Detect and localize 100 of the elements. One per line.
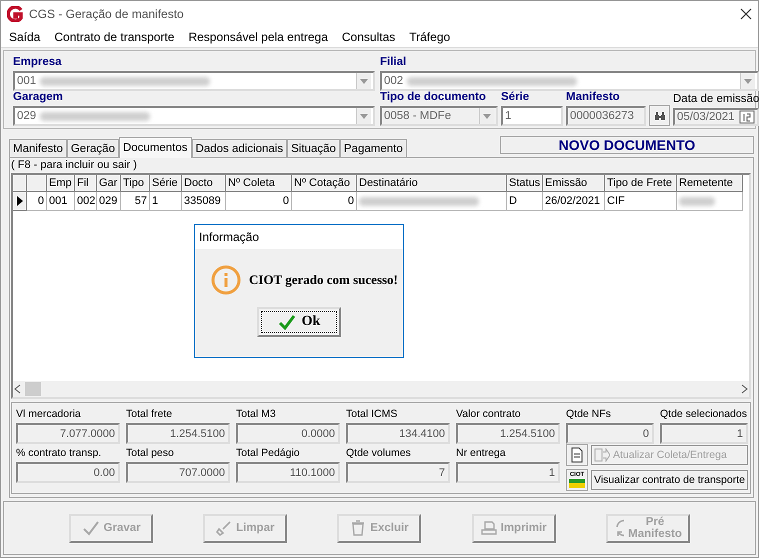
field-label: Tipo de documento — [380, 91, 487, 105]
table-cell: 029 — [97, 192, 121, 211]
refresh-icon — [614, 518, 624, 538]
scrollbar-thumb[interactable] — [25, 382, 41, 396]
total-field: 134.4100 — [346, 423, 450, 444]
total-field: 1 — [660, 423, 748, 444]
check-icon — [278, 314, 296, 330]
total-label: Total ICMS — [346, 407, 398, 422]
menu-item[interactable]: Responsável pela entrega — [188, 30, 328, 44]
total-label: Vl mercadoria — [16, 407, 81, 422]
dialog-message: CIOT gerado com sucesso! — [249, 272, 398, 288]
trash-icon — [350, 519, 366, 537]
close-icon[interactable] — [740, 8, 752, 20]
dropdown-caret-icon — [744, 78, 752, 84]
broom-icon — [216, 520, 232, 536]
document-type-field[interactable]: 0058 - MDFe — [380, 106, 498, 126]
column-header: Destinatário — [357, 175, 507, 192]
dialog-title: Informação — [195, 225, 403, 249]
check-icon — [82, 520, 100, 536]
document-button[interactable] — [566, 444, 588, 466]
total-label: % contrato transp. — [16, 446, 102, 461]
table-cell: 335089 — [182, 192, 226, 211]
column-header: Remetente — [677, 175, 743, 192]
flag-icon — [569, 479, 585, 488]
menu-item[interactable]: Saída — [9, 30, 40, 44]
column-header: Tipo de Frete — [605, 175, 677, 192]
column-header: Emissão — [543, 175, 605, 192]
total-field: 1.254.5100 — [456, 423, 560, 444]
dropdown-caret-icon — [360, 114, 368, 118]
field-label: Data de emissão — [673, 93, 759, 107]
date-field[interactable]: 05/03/2021 — [673, 108, 759, 126]
dropdown-button[interactable] — [740, 73, 756, 89]
ok-button[interactable]: Ok — [257, 307, 341, 337]
menu-item[interactable]: Contrato de transporte — [54, 30, 174, 44]
tab[interactable]: Manifesto — [9, 139, 67, 157]
column-header: Série — [150, 175, 182, 192]
scroll-left-icon[interactable] — [13, 384, 23, 394]
window-title: CGS - Geração de manifesto — [29, 7, 185, 21]
total-label: Total Pedágio — [236, 446, 300, 461]
series-field[interactable]: 1 — [501, 106, 563, 126]
column-header: Status — [507, 175, 543, 192]
column-header: Fil — [75, 175, 97, 192]
total-field: 0.00 — [16, 462, 120, 483]
calendar-icon[interactable] — [739, 110, 756, 124]
table-cell: 0 — [292, 192, 357, 211]
table-cell: 57 — [121, 192, 150, 211]
info-icon — [211, 265, 241, 295]
hint-text: ( F8 - para incluir ou sair ) — [11, 159, 138, 173]
field-label: Série — [501, 91, 530, 105]
column-header: Emp — [47, 175, 75, 192]
total-field: 7 — [346, 462, 450, 483]
binoculars-icon — [654, 110, 666, 120]
total-field: 0.0000 — [236, 423, 340, 444]
tab[interactable]: Dados adicionais — [192, 139, 288, 157]
tab[interactable]: Documentos — [118, 137, 192, 158]
app-logo-icon — [7, 6, 23, 22]
total-label: Qtde selecionados — [660, 407, 747, 422]
company-field[interactable]: 001 — [13, 71, 375, 91]
table-cell: 001 — [47, 192, 75, 211]
field-label: Garagem — [13, 91, 64, 105]
column-header: Tipo — [121, 175, 150, 192]
total-field: 110.1000 — [236, 462, 340, 483]
table-cell: D — [507, 192, 543, 211]
total-label: Total M3 — [236, 407, 276, 422]
total-label: Total peso — [126, 446, 174, 461]
field-label: Filial — [380, 56, 408, 70]
column-header: Gar — [97, 175, 121, 192]
dropdown-caret-icon — [483, 114, 491, 118]
table-cell: 26/02/2021 — [543, 192, 605, 211]
total-field: 1 — [456, 462, 560, 483]
table-cell: 0 — [226, 192, 292, 211]
total-label: Qtde NFs — [566, 407, 611, 422]
manifest-field[interactable]: 0000036273 — [566, 106, 646, 126]
document-icon — [570, 447, 584, 463]
total-field: 707.0000 — [126, 462, 230, 483]
dropdown-caret-icon — [360, 78, 368, 84]
horizontal-scrollbar[interactable] — [13, 381, 749, 397]
menu-item[interactable]: Tráfego — [409, 30, 450, 44]
document-arrow-icon — [594, 448, 610, 462]
table-cell: 0 — [27, 192, 47, 211]
tab[interactable]: Geração — [66, 139, 119, 157]
total-label: Total frete — [126, 407, 172, 422]
column-header: Nº Cotação — [292, 175, 357, 192]
scroll-right-icon[interactable] — [739, 384, 749, 394]
garage-field[interactable]: 029 — [13, 106, 375, 126]
field-label: Manifesto — [566, 91, 621, 105]
action-button[interactable]: Visualizar contrato de transporte — [591, 470, 748, 490]
table-cell: CIF — [605, 192, 677, 211]
search-button[interactable] — [649, 105, 670, 126]
total-label: Valor contrato — [456, 407, 521, 422]
menu-item[interactable]: Consultas — [342, 30, 396, 44]
column-header: Docto — [182, 175, 226, 192]
status-banner: NOVO DOCUMENTO — [500, 136, 754, 154]
tab[interactable]: Pagamento — [340, 139, 407, 157]
branch-field[interactable]: 002 — [380, 71, 759, 91]
tab[interactable]: Situação — [287, 139, 340, 157]
column-header: Nº Coleta — [226, 175, 292, 192]
total-label: Qtde volumes — [346, 446, 411, 461]
printer-icon — [480, 520, 497, 536]
field-label: Empresa — [13, 56, 63, 70]
